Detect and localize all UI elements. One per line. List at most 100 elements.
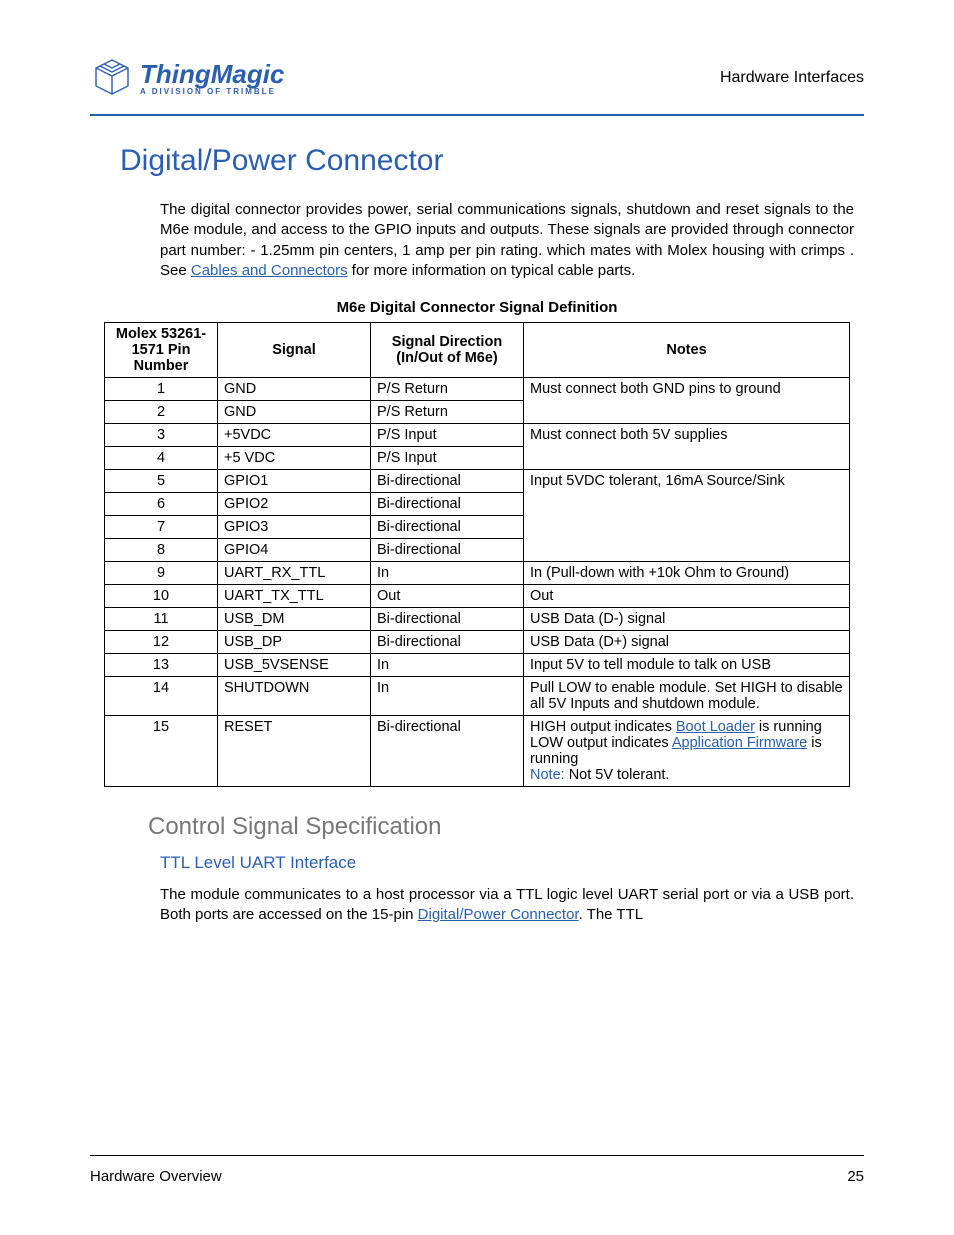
section2-text: . The TTL xyxy=(579,906,643,923)
cell-direction: P/S Return xyxy=(371,401,524,424)
table-row: 12USB_DPBi-directionalUSB Data (D+) sign… xyxy=(105,631,850,654)
cell-notes xyxy=(524,447,850,470)
cell-pin: 13 xyxy=(105,654,218,677)
subsection-heading: TTL Level UART Interface xyxy=(160,853,864,873)
cell-direction: P/S Input xyxy=(371,447,524,470)
cell-pin: 5 xyxy=(105,470,218,493)
link-cables-connectors[interactable]: Cables and Connectors xyxy=(191,262,348,279)
cell-pin: 2 xyxy=(105,401,218,424)
cell-direction: Out xyxy=(371,585,524,608)
cell-signal: SHUTDOWN xyxy=(218,677,371,716)
cell-pin: 12 xyxy=(105,631,218,654)
cell-notes: USB Data (D+) signal xyxy=(524,631,850,654)
cell-signal: GND xyxy=(218,378,371,401)
page-footer: Hardware Overview 25 xyxy=(90,1155,864,1185)
cell-direction: In xyxy=(371,677,524,716)
intro-text: - 1.25mm pin centers, 1 amp per pin rati… xyxy=(250,242,769,259)
signal-definition-table: Molex 53261-1571 Pin Number Signal Signa… xyxy=(104,322,850,787)
footer-page-number: 25 xyxy=(847,1168,864,1185)
cell-notes: Pull LOW to enable module. Set HIGH to d… xyxy=(524,677,850,716)
table-row: 15RESETBi-directionalHIGH output indicat… xyxy=(105,716,850,787)
intro-text: with crimps xyxy=(769,242,849,259)
cell-notes xyxy=(524,516,850,539)
table-row: 1GNDP/S ReturnMust connect both GND pins… xyxy=(105,378,850,401)
cell-signal: +5 VDC xyxy=(218,447,371,470)
table-caption: M6e Digital Connector Signal Definition xyxy=(90,299,864,316)
cell-pin: 4 xyxy=(105,447,218,470)
cell-notes xyxy=(524,493,850,516)
page-header: ThingMagic A DIVISION OF TRIMBLE Hardwar… xyxy=(90,56,864,116)
cell-direction: Bi-directional xyxy=(371,516,524,539)
link-digital-power-connector[interactable]: Digital/Power Connector xyxy=(418,906,579,923)
table-row: 2GNDP/S Return xyxy=(105,401,850,424)
table-row: 13USB_5VSENSEInInput 5V to tell module t… xyxy=(105,654,850,677)
th-notes: Notes xyxy=(524,323,850,378)
cell-signal: RESET xyxy=(218,716,371,787)
cell-pin: 6 xyxy=(105,493,218,516)
cell-notes: HIGH output indicates Boot Loader is run… xyxy=(524,716,850,787)
cell-signal: GPIO1 xyxy=(218,470,371,493)
table-row: 7GPIO3Bi-directional xyxy=(105,516,850,539)
logo-text-sub: A DIVISION OF TRIMBLE xyxy=(140,87,284,96)
cell-pin: 7 xyxy=(105,516,218,539)
cell-notes: USB Data (D-) signal xyxy=(524,608,850,631)
cell-pin: 11 xyxy=(105,608,218,631)
cell-signal: GND xyxy=(218,401,371,424)
cell-pin: 15 xyxy=(105,716,218,787)
cell-notes: Input 5V to tell module to talk on USB xyxy=(524,654,850,677)
cell-signal: UART_TX_TTL xyxy=(218,585,371,608)
th-signal: Signal xyxy=(218,323,371,378)
table-row: 8GPIO4Bi-directional xyxy=(105,539,850,562)
table-row: 4+5 VDCP/S Input xyxy=(105,447,850,470)
cell-direction: Bi-directional xyxy=(371,716,524,787)
section-heading: Control Signal Specification xyxy=(148,813,864,841)
cell-notes xyxy=(524,401,850,424)
cell-pin: 10 xyxy=(105,585,218,608)
cell-notes: In (Pull-down with +10k Ohm to Ground) xyxy=(524,562,850,585)
cell-signal: USB_DP xyxy=(218,631,371,654)
table-row: 6GPIO2Bi-directional xyxy=(105,493,850,516)
cell-direction: Bi-directional xyxy=(371,539,524,562)
cell-notes: Out xyxy=(524,585,850,608)
cell-direction: In xyxy=(371,562,524,585)
cell-direction: P/S Input xyxy=(371,424,524,447)
cell-signal: GPIO4 xyxy=(218,539,371,562)
cell-direction: Bi-directional xyxy=(371,493,524,516)
cell-direction: P/S Return xyxy=(371,378,524,401)
footer-left: Hardware Overview xyxy=(90,1168,222,1185)
logo-icon xyxy=(90,56,134,100)
cell-direction: Bi-directional xyxy=(371,631,524,654)
cell-signal: GPIO2 xyxy=(218,493,371,516)
cell-signal: USB_DM xyxy=(218,608,371,631)
cell-direction: Bi-directional xyxy=(371,470,524,493)
logo: ThingMagic A DIVISION OF TRIMBLE xyxy=(90,56,284,100)
cell-pin: 9 xyxy=(105,562,218,585)
link-boot-loader[interactable]: Boot Loader xyxy=(676,719,755,735)
note-label: Note: xyxy=(530,767,565,783)
th-pin: Molex 53261-1571 Pin Number xyxy=(105,323,218,378)
table-row: 5GPIO1Bi-directionalInput 5VDC tolerant,… xyxy=(105,470,850,493)
table-row: 3+5VDCP/S InputMust connect both 5V supp… xyxy=(105,424,850,447)
table-header-row: Molex 53261-1571 Pin Number Signal Signa… xyxy=(105,323,850,378)
table-row: 10UART_TX_TTLOutOut xyxy=(105,585,850,608)
table-row: 9UART_RX_TTLInIn (Pull-down with +10k Oh… xyxy=(105,562,850,585)
cell-notes: Must connect both 5V supplies xyxy=(524,424,850,447)
table-row: 14SHUTDOWNInPull LOW to enable module. S… xyxy=(105,677,850,716)
cell-signal: +5VDC xyxy=(218,424,371,447)
intro-text: for more information on typical cable pa… xyxy=(348,262,636,279)
logo-text-main: ThingMagic xyxy=(140,61,284,87)
cell-pin: 14 xyxy=(105,677,218,716)
cell-pin: 3 xyxy=(105,424,218,447)
th-direction: Signal Direction (In/Out of M6e) xyxy=(371,323,524,378)
section2-paragraph: The module communicates to a host proces… xyxy=(160,885,854,926)
header-section-title: Hardware Interfaces xyxy=(720,69,864,87)
link-application-firmware[interactable]: Application Firmware xyxy=(672,735,807,751)
cell-signal: UART_RX_TTL xyxy=(218,562,371,585)
cell-signal: USB_5VSENSE xyxy=(218,654,371,677)
cell-signal: GPIO3 xyxy=(218,516,371,539)
cell-pin: 8 xyxy=(105,539,218,562)
cell-notes: Must connect both GND pins to ground xyxy=(524,378,850,401)
table-row: 11USB_DMBi-directionalUSB Data (D-) sign… xyxy=(105,608,850,631)
intro-paragraph: The digital connector provides power, se… xyxy=(160,200,854,281)
cell-notes: Input 5VDC tolerant, 16mA Source/Sink xyxy=(524,470,850,493)
